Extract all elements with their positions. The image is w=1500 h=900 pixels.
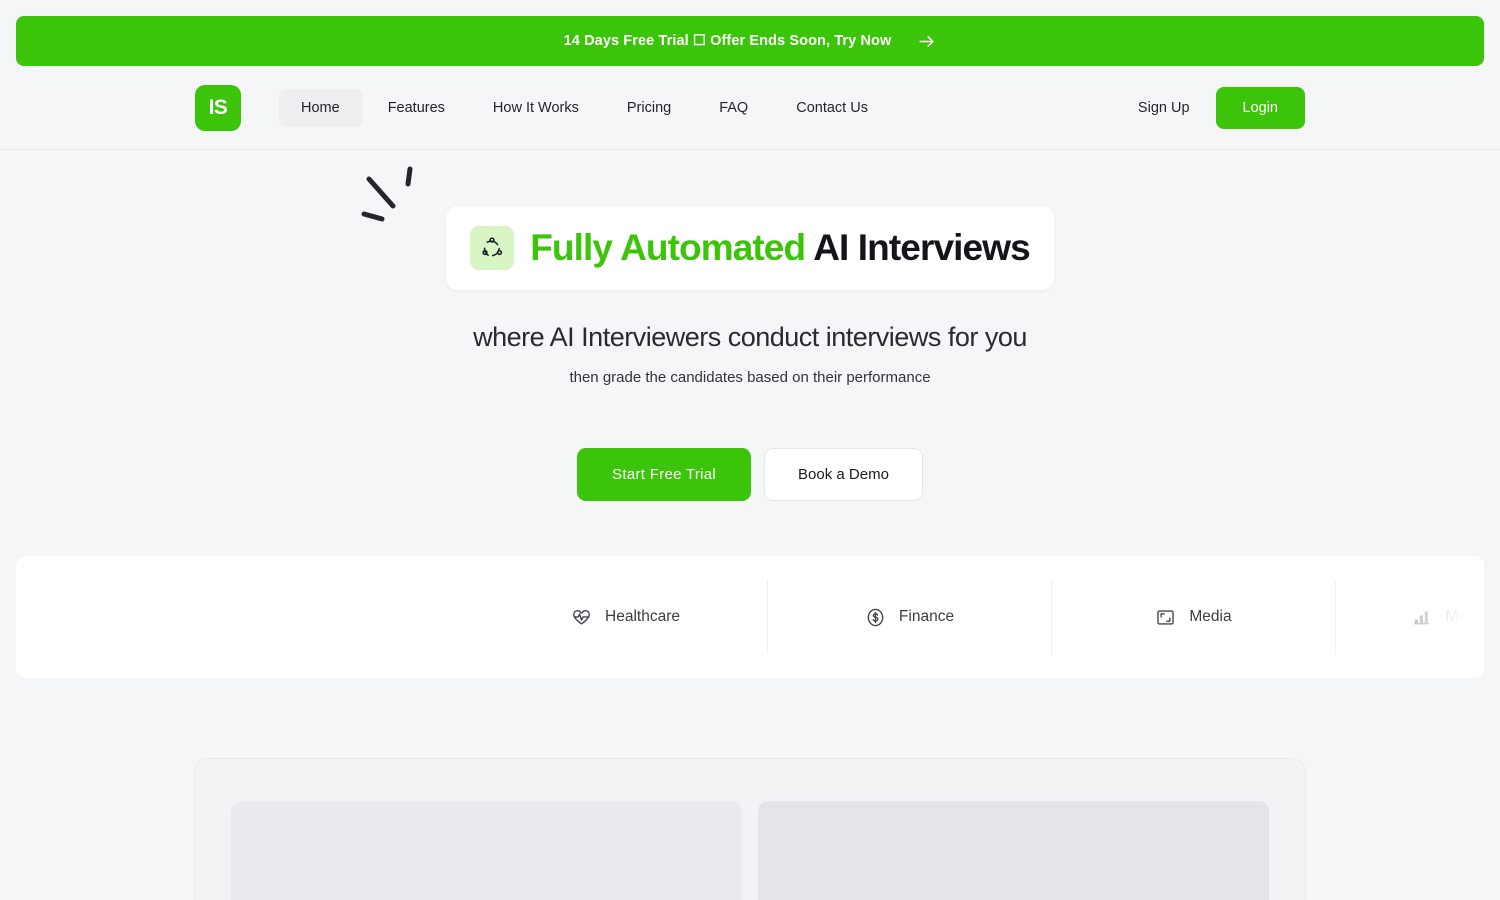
nav-item-contact-us[interactable]: Contact Us (774, 89, 890, 127)
hero-title-badge: Fully Automated AI Interviews (446, 206, 1054, 290)
main-navigation: Home Features How It Works Pricing FAQ C… (279, 88, 890, 127)
sign-up-link[interactable]: Sign Up (1126, 92, 1202, 124)
bar-chart-icon (1411, 607, 1432, 628)
promo-banner[interactable]: 14 Days Free Trial ☐ Offer Ends Soon, Tr… (16, 16, 1484, 66)
frame-crop-icon (1155, 607, 1176, 628)
industry-item-label: Media (1189, 608, 1232, 625)
industry-item-media[interactable]: Media (1052, 580, 1336, 654)
brand-logo[interactable]: IS (195, 84, 241, 131)
hero-cta-row: Start Free Trial Book a Demo (0, 448, 1500, 501)
industry-item-healthcare[interactable]: Healthcare (484, 580, 768, 654)
start-free-trial-button[interactable]: Start Free Trial (577, 448, 752, 501)
industry-item-finance[interactable]: Finance (768, 580, 1052, 654)
industry-marquee-track: Healthcare Finance Media Manu (16, 580, 1484, 654)
promo-banner-text: 14 Days Free Trial ☐ Offer Ends Soon, Tr… (563, 33, 892, 49)
brand-logo-text: IS (208, 95, 228, 119)
nav-item-how-it-works[interactable]: How It Works (471, 89, 601, 127)
network-share-icon (470, 226, 515, 270)
industry-item-ghost-leading-a[interactable] (16, 580, 200, 654)
site-header: IS Home Features How It Works Pricing FA… (0, 66, 1500, 150)
industry-item-ghost-leading-b[interactable] (200, 580, 484, 654)
hero-title: Fully Automated AI Interviews (530, 226, 1030, 269)
showcase-panel-left (231, 801, 742, 900)
hero-badge-wrapper: Fully Automated AI Interviews (361, 166, 1054, 290)
industry-item-manufacturing[interactable]: Manufacturing (1336, 580, 1484, 654)
heart-pulse-icon (571, 607, 592, 628)
showcase-section (194, 758, 1306, 900)
login-button[interactable]: Login (1215, 86, 1305, 129)
hero-subtitle: where AI Interviewers conduct interviews… (473, 322, 1027, 352)
dollar-circle-icon (865, 607, 886, 628)
industry-marquee: Healthcare Finance Media Manu (16, 556, 1484, 678)
header-actions: Sign Up Login (1126, 86, 1305, 129)
industry-item-label: Manufacturing (1445, 608, 1484, 625)
book-a-demo-button[interactable]: Book a Demo (764, 448, 923, 501)
nav-item-home[interactable]: Home (279, 88, 362, 127)
hero-title-accent: Fully Automated (530, 226, 806, 268)
hero-title-plain: AI Interviews (813, 226, 1030, 268)
hero-tagline: then grade the candidates based on their… (569, 369, 931, 386)
nav-item-faq[interactable]: FAQ (697, 89, 770, 127)
nav-item-pricing[interactable]: Pricing (605, 89, 693, 127)
hero-section: Fully Automated AI Interviews where AI I… (0, 150, 1500, 501)
industry-item-label: Healthcare (605, 608, 680, 625)
nav-item-features[interactable]: Features (366, 89, 467, 127)
sparkle-burst-icon (358, 161, 428, 231)
arrow-right-icon[interactable] (917, 32, 936, 51)
industry-item-label: Finance (898, 608, 955, 625)
showcase-panel-right (758, 801, 1269, 900)
